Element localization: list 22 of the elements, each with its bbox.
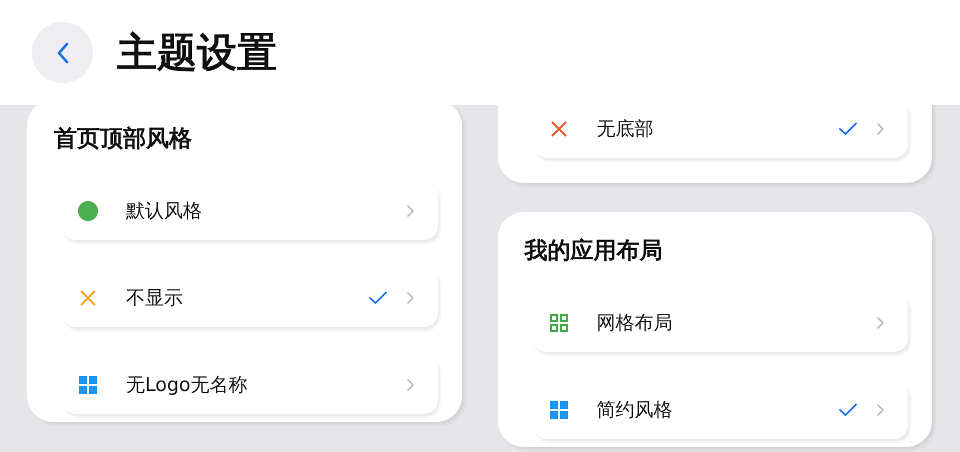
option-label: 默认风格 [126, 199, 203, 224]
chevron-icon [877, 404, 884, 416]
option-row[interactable]: 默认风格 [62, 182, 438, 240]
back-icon [56, 40, 70, 64]
option-row[interactable]: 无底部 [532, 105, 908, 158]
chevron-icon [877, 123, 884, 135]
chevron-icon [406, 292, 414, 304]
section-title: 我的应用布局 [524, 237, 664, 266]
chevron-icon [406, 205, 414, 217]
option-row[interactable]: 不显示 [62, 269, 438, 327]
option-label: 无底部 [596, 117, 654, 142]
option-label: 不显示 [126, 286, 184, 311]
option-row[interactable]: 简约风格 [532, 381, 908, 439]
option-row[interactable]: 网格布局 [532, 294, 908, 352]
option-label: 网格布局 [596, 311, 674, 336]
option-row[interactable]: 无Logo无名称 [62, 356, 438, 414]
option-label: 无Logo无名称 [126, 373, 249, 398]
chevron-icon [406, 379, 414, 391]
option-label: 简约风格 [596, 398, 674, 423]
chevron-icon [877, 317, 884, 329]
page-title: 主题设置 [117, 29, 277, 78]
section-title: 首页顶部风格 [54, 125, 193, 154]
